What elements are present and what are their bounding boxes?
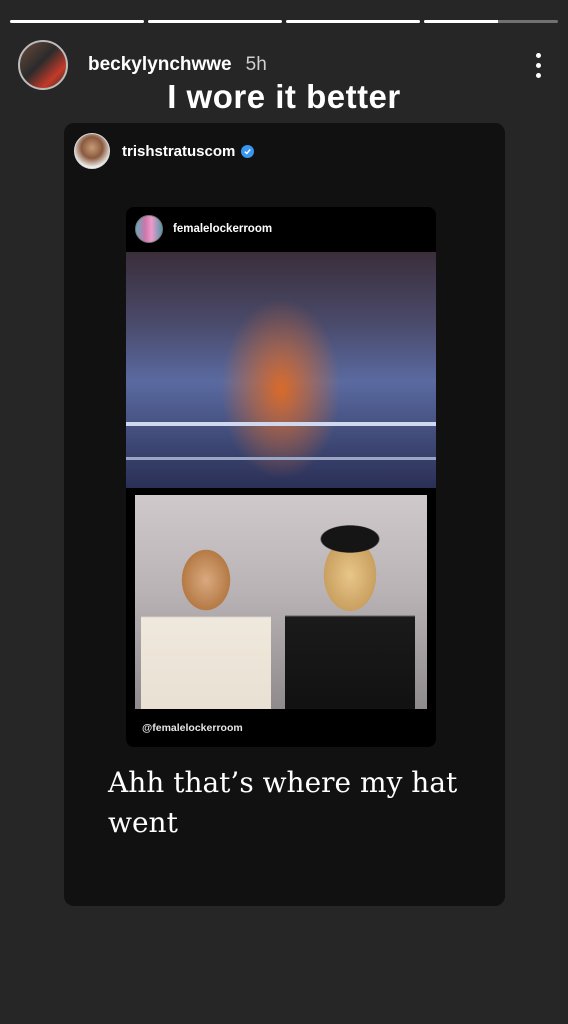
shared-post-text: Ahh that’s where my hat went	[108, 766, 458, 839]
shared-post-avatar[interactable]	[74, 133, 110, 169]
verified-badge-icon	[241, 144, 255, 158]
progress-segment	[286, 20, 420, 23]
inner-post[interactable]: femalelockerroom @femalelockerroom	[126, 207, 436, 747]
post-time: 5h	[245, 54, 267, 75]
wrestler-photo-arena	[126, 252, 436, 488]
author-username[interactable]: beckylynchwwe	[88, 54, 232, 76]
story-progress-bar	[10, 20, 558, 23]
progress-segment	[10, 20, 144, 23]
progress-segment-current	[424, 20, 558, 23]
inner-post-watermark: @femalelockerroom	[142, 722, 243, 734]
inner-post-avatar	[135, 215, 163, 243]
shared-post-card[interactable]: trishstratuscom femalelockerroom @female…	[64, 123, 505, 906]
story-caption: I wore it better	[167, 78, 401, 115]
backstage-photo	[135, 495, 427, 709]
shared-post-username[interactable]: trishstratuscom	[122, 143, 235, 160]
story-viewer: beckylynchwwe 5h I wore it better trishs…	[0, 0, 568, 1024]
shared-post-header: trishstratuscom	[74, 133, 255, 169]
more-vertical-icon[interactable]	[526, 49, 550, 81]
inner-post-username: femalelockerroom	[173, 223, 273, 235]
inner-post-header: femalelockerroom	[135, 215, 272, 243]
progress-segment	[148, 20, 282, 23]
